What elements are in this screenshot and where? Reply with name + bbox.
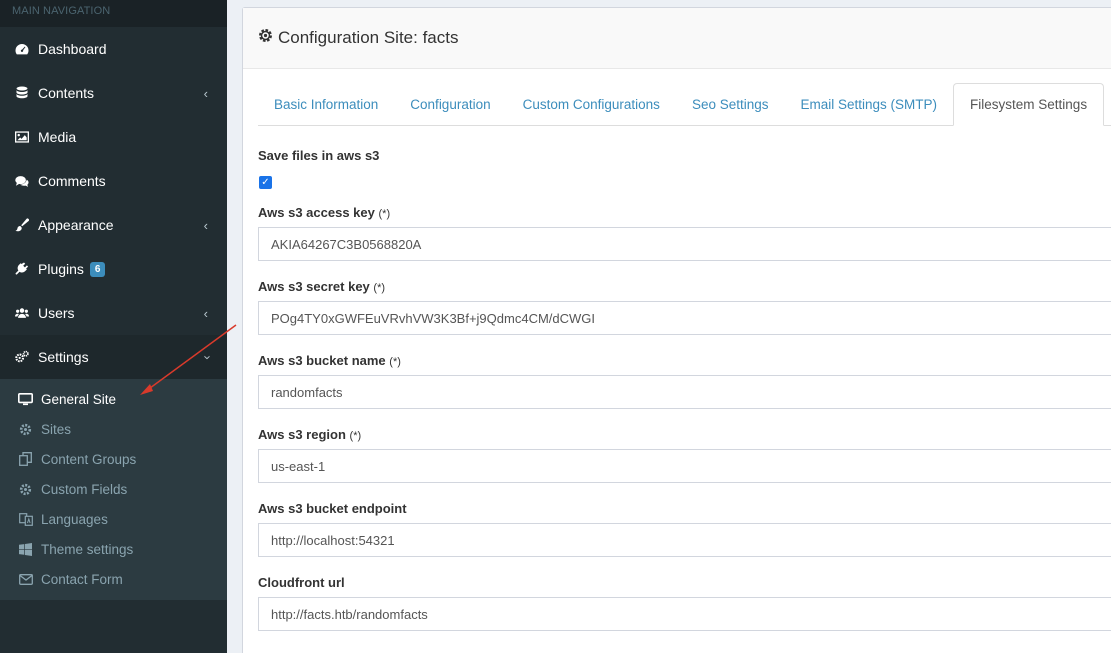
save-s3-checkbox[interactable]: ✓ xyxy=(259,176,272,189)
image-icon xyxy=(15,130,29,144)
tab-email-settings[interactable]: Email Settings (SMTP) xyxy=(785,83,954,126)
secret-key-group: Aws s3 secret key (*) POg4TY0xGWFEuVRvhV… xyxy=(258,279,1111,335)
field-label: Aws s3 region (*) xyxy=(258,427,362,442)
chevron-down-icon: ‹ xyxy=(198,355,214,360)
bucket-endpoint-group: Aws s3 bucket endpoint http://localhost:… xyxy=(258,501,1111,557)
plug-icon xyxy=(15,262,29,276)
dashboard-icon xyxy=(15,42,29,56)
sidebar-item-contents[interactable]: Contents ‹ xyxy=(0,71,227,115)
cog-icon xyxy=(18,422,33,436)
sidebar-item-appearance[interactable]: Appearance ‹ xyxy=(0,203,227,247)
submenu-item-label: General Site xyxy=(41,391,117,407)
cloudfront-url-group: Cloudfront url http://facts.htb/randomfa… xyxy=(258,575,1111,631)
brush-icon xyxy=(15,218,29,232)
bucket-endpoint-input[interactable]: http://localhost:54321 xyxy=(258,523,1111,557)
cogs-icon xyxy=(15,350,29,364)
sidebar-item-label: Users xyxy=(38,305,75,321)
sidebar-item-label: Contents xyxy=(38,85,95,101)
desktop-icon xyxy=(18,392,33,406)
submenu-item-label: Contact Form xyxy=(41,571,123,587)
users-icon xyxy=(15,306,29,320)
content-area: Configuration Site: facts Basic Informat… xyxy=(227,0,1111,653)
sidebar-item-label: Dashboard xyxy=(38,41,107,57)
field-label: Cloudfront url xyxy=(258,575,345,590)
sidebar-item-label: Comments xyxy=(38,173,106,189)
sidebar-item-users[interactable]: Users ‹ xyxy=(0,291,227,335)
submenu-item-label: Theme settings xyxy=(41,541,134,557)
submenu-item-label: Custom Fields xyxy=(41,481,128,497)
secret-key-input[interactable]: POg4TY0xGWFEuVRvhVW3K3Bf+j9Qdmc4CM/dCWGI xyxy=(258,301,1111,335)
submenu-item-custom-fields[interactable]: Custom Fields xyxy=(0,474,227,504)
sidebar-item-label: Settings xyxy=(38,349,89,365)
field-label: Aws s3 access key (*) xyxy=(258,205,391,220)
chevron-left-icon: ‹ xyxy=(203,218,208,233)
cog-icon xyxy=(258,28,273,48)
bucket-name-input[interactable]: randomfacts xyxy=(258,375,1111,409)
required-mark: (*) xyxy=(373,282,386,294)
required-mark: (*) xyxy=(349,430,362,442)
access-key-input[interactable]: AKIA64267C3B0568820A xyxy=(258,227,1111,261)
sidebar-item-label: Plugins xyxy=(38,261,84,277)
submenu-item-languages[interactable]: Languages xyxy=(0,504,227,534)
comments-icon xyxy=(15,174,29,188)
panel-header: Configuration Site: facts xyxy=(243,8,1111,69)
field-label: Aws s3 bucket name (*) xyxy=(258,353,401,368)
configuration-panel: Configuration Site: facts Basic Informat… xyxy=(242,7,1111,653)
save-s3-label: Save files in aws s3 xyxy=(258,148,380,163)
sidebar-item-plugins[interactable]: Plugins 6 xyxy=(0,247,227,291)
required-mark: (*) xyxy=(389,356,401,368)
sidebar: MAIN NAVIGATION Dashboard Contents ‹ Med… xyxy=(0,0,227,653)
page-title: Configuration Site: facts xyxy=(278,28,459,47)
submenu-item-label: Content Groups xyxy=(41,451,137,467)
sidebar-item-comments[interactable]: Comments xyxy=(0,159,227,203)
windows-icon xyxy=(18,542,33,556)
cog-icon xyxy=(18,482,33,496)
language-icon xyxy=(18,512,33,526)
tab-basic-information[interactable]: Basic Information xyxy=(258,83,394,126)
settings-submenu: General Site Sites Content Groups Custom… xyxy=(0,379,227,600)
submenu-item-general-site[interactable]: General Site xyxy=(0,384,227,414)
required-mark: (*) xyxy=(378,208,391,220)
tab-custom-configurations[interactable]: Custom Configurations xyxy=(507,83,676,126)
submenu-item-theme-settings[interactable]: Theme settings xyxy=(0,534,227,564)
copy-icon xyxy=(18,452,33,466)
submenu-item-sites[interactable]: Sites xyxy=(0,414,227,444)
filesystem-settings-form: Save files in aws s3 ✓ Aws s3 access key… xyxy=(258,148,1111,649)
region-input[interactable]: us-east-1 xyxy=(258,449,1111,483)
chevron-left-icon: ‹ xyxy=(203,86,208,101)
envelope-icon xyxy=(18,572,33,586)
sidebar-item-settings[interactable]: Settings ‹ xyxy=(0,335,227,379)
cloudfront-url-input[interactable]: http://facts.htb/randomfacts xyxy=(258,597,1111,631)
database-icon xyxy=(15,86,29,100)
submenu-item-label: Languages xyxy=(41,511,108,527)
submenu-item-contact-form[interactable]: Contact Form xyxy=(0,564,227,594)
chevron-left-icon: ‹ xyxy=(203,306,208,321)
plugins-count-badge: 6 xyxy=(89,261,106,277)
tab-seo-settings[interactable]: Seo Settings xyxy=(676,83,785,126)
nav-header: MAIN NAVIGATION xyxy=(0,0,227,27)
submenu-item-label: Sites xyxy=(41,421,72,437)
field-label: Aws s3 secret key (*) xyxy=(258,279,386,294)
sidebar-item-media[interactable]: Media xyxy=(0,115,227,159)
field-label: Aws s3 bucket endpoint xyxy=(258,501,407,516)
sidebar-item-dashboard[interactable]: Dashboard xyxy=(0,27,227,71)
sidebar-item-label: Media xyxy=(38,129,77,145)
sidebar-item-label: Appearance xyxy=(38,217,114,233)
tab-configuration[interactable]: Configuration xyxy=(394,83,506,126)
region-group: Aws s3 region (*) us-east-1 xyxy=(258,427,1111,483)
tab-next-truncated[interactable]: N xyxy=(1104,83,1111,126)
settings-tabs: Basic Information Configuration Custom C… xyxy=(258,83,1111,126)
access-key-group: Aws s3 access key (*) AKIA64267C3B056882… xyxy=(258,205,1111,261)
tab-filesystem-settings[interactable]: Filesystem Settings xyxy=(953,83,1105,126)
bucket-name-group: Aws s3 bucket name (*) randomfacts xyxy=(258,353,1111,409)
submenu-item-content-groups[interactable]: Content Groups xyxy=(0,444,227,474)
